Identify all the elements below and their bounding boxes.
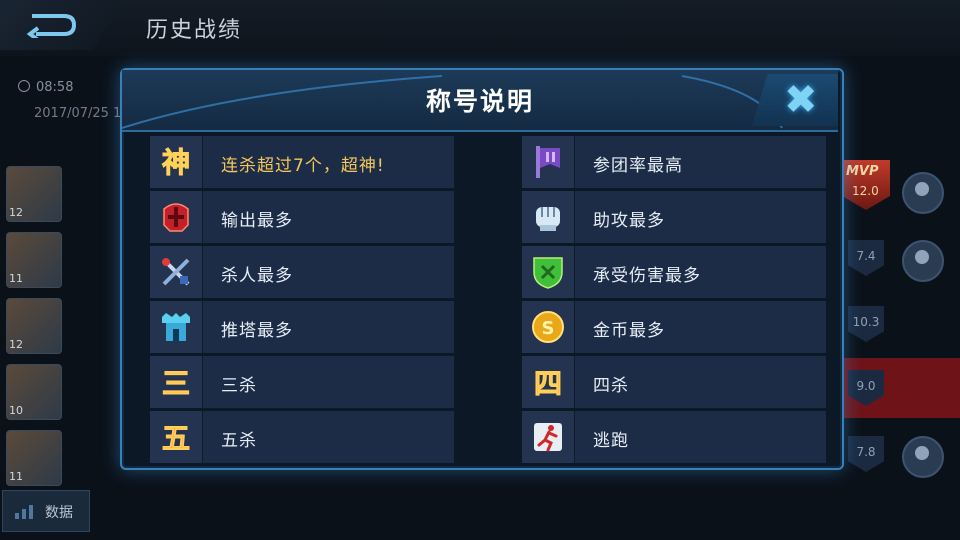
- icon-cell: [150, 191, 203, 243]
- svg-text:三: 三: [162, 367, 190, 400]
- svg-text:S: S: [542, 318, 555, 339]
- hero-level: 11: [9, 470, 23, 483]
- data-button-label: 数据: [45, 505, 73, 521]
- crossed-swords-icon: [162, 258, 190, 286]
- icon-cell: [522, 191, 575, 243]
- red-helmet-icon: [163, 203, 189, 232]
- icon-cell: [522, 246, 575, 298]
- hero-level: 11: [9, 272, 23, 285]
- row-label: 承受伤害最多: [593, 266, 701, 286]
- hero-avatar[interactable]: 10: [6, 364, 62, 420]
- title-row-fled: 逃跑: [522, 411, 826, 463]
- hero-avatar[interactable]: 11: [6, 232, 62, 288]
- wu-penta-kill-icon: 五: [161, 422, 190, 456]
- match-date: 2017/07/25 1: [34, 106, 122, 121]
- fist-icon: [536, 207, 560, 231]
- shen-godlike-icon: 神: [161, 146, 190, 180]
- row-label: 杀人最多: [221, 266, 293, 286]
- icon-cell: 神: [150, 136, 203, 188]
- icon-cell: 四: [522, 356, 575, 408]
- add-friend-button[interactable]: [902, 436, 944, 478]
- icon-cell: 五: [150, 411, 203, 463]
- icon-cell: [522, 411, 575, 463]
- hero-level: 12: [9, 206, 23, 219]
- row-label: 助攻最多: [593, 211, 665, 231]
- match-time: 08:58: [18, 80, 73, 95]
- row-label: 参团率最高: [593, 156, 683, 176]
- page-title: 历史战绩: [146, 18, 243, 43]
- row-label: 输出最多: [221, 211, 293, 231]
- mvp-score: 12.0: [852, 184, 879, 198]
- title-row-gold: S 金币最多: [522, 301, 826, 353]
- hero-avatar[interactable]: 12: [6, 298, 62, 354]
- mvp-label: MVP: [846, 164, 879, 179]
- hero-avatar[interactable]: 12: [6, 166, 62, 222]
- data-button[interactable]: 数据: [2, 490, 90, 532]
- row-label: 金币最多: [593, 321, 665, 341]
- title-row-penta-kill: 五 五杀: [150, 411, 454, 463]
- title-row-quadra-kill: 四 四杀: [522, 356, 826, 408]
- hero-avatar[interactable]: 11: [6, 430, 62, 486]
- svg-text:五: 五: [162, 422, 190, 455]
- icon-cell: [522, 136, 575, 188]
- title-row-triple-kill: 三 三杀: [150, 356, 454, 408]
- green-shield-icon: [533, 257, 563, 289]
- close-x-icon: ✖: [784, 77, 818, 123]
- hero-level: 12: [9, 338, 23, 351]
- back-arrow-icon: [26, 14, 77, 38]
- bar-chart-icon: [15, 505, 33, 519]
- title-row-kills: 杀人最多: [150, 246, 454, 298]
- time-text: 08:58: [36, 80, 74, 95]
- title-row-damage-taken: 承受伤害最多: [522, 246, 826, 298]
- tower-icon: [162, 313, 190, 341]
- title-row-godlike: 神 连杀超过7个，超神!: [150, 136, 454, 188]
- running-man-icon: [534, 423, 562, 452]
- hero-level: 10: [9, 404, 23, 417]
- dialog-title: 称号说明: [425, 87, 534, 116]
- icon-cell: 三: [150, 356, 203, 408]
- san-triple-kill-icon: 三: [161, 367, 190, 401]
- icon-cell: [150, 301, 203, 353]
- title-row-damage: 输出最多: [150, 191, 454, 243]
- purple-banner-icon: [536, 146, 560, 178]
- title-row-towers: 推塔最多: [150, 301, 454, 353]
- title-row-assists: 助攻最多: [522, 191, 826, 243]
- row-label: 连杀超过7个，超神!: [221, 156, 385, 176]
- row-label: 逃跑: [593, 431, 629, 451]
- gold-coin-icon: S: [532, 311, 564, 343]
- add-friend-button[interactable]: [902, 172, 944, 214]
- top-bar: [0, 0, 960, 56]
- title-row-participation: 参团率最高: [522, 136, 826, 188]
- add-friend-button[interactable]: [902, 240, 944, 282]
- icon-cell: S: [522, 301, 575, 353]
- svg-text:四: 四: [534, 367, 562, 400]
- row-label: 三杀: [221, 376, 257, 396]
- si-quadra-kill-icon: 四: [533, 367, 562, 401]
- title-explanation-dialog: 称号说明 ✖ 神 连杀超过7个，超神! 输出最多 杀人最多 推塔最多 三 三杀 …: [120, 68, 844, 470]
- row-label: 四杀: [593, 376, 629, 396]
- row-label: 五杀: [221, 431, 257, 451]
- dialog-header: 称号说明 ✖: [122, 70, 838, 132]
- clock-icon: [18, 80, 30, 92]
- icon-cell: [150, 246, 203, 298]
- row-label: 推塔最多: [221, 321, 293, 341]
- svg-text:神: 神: [162, 146, 190, 179]
